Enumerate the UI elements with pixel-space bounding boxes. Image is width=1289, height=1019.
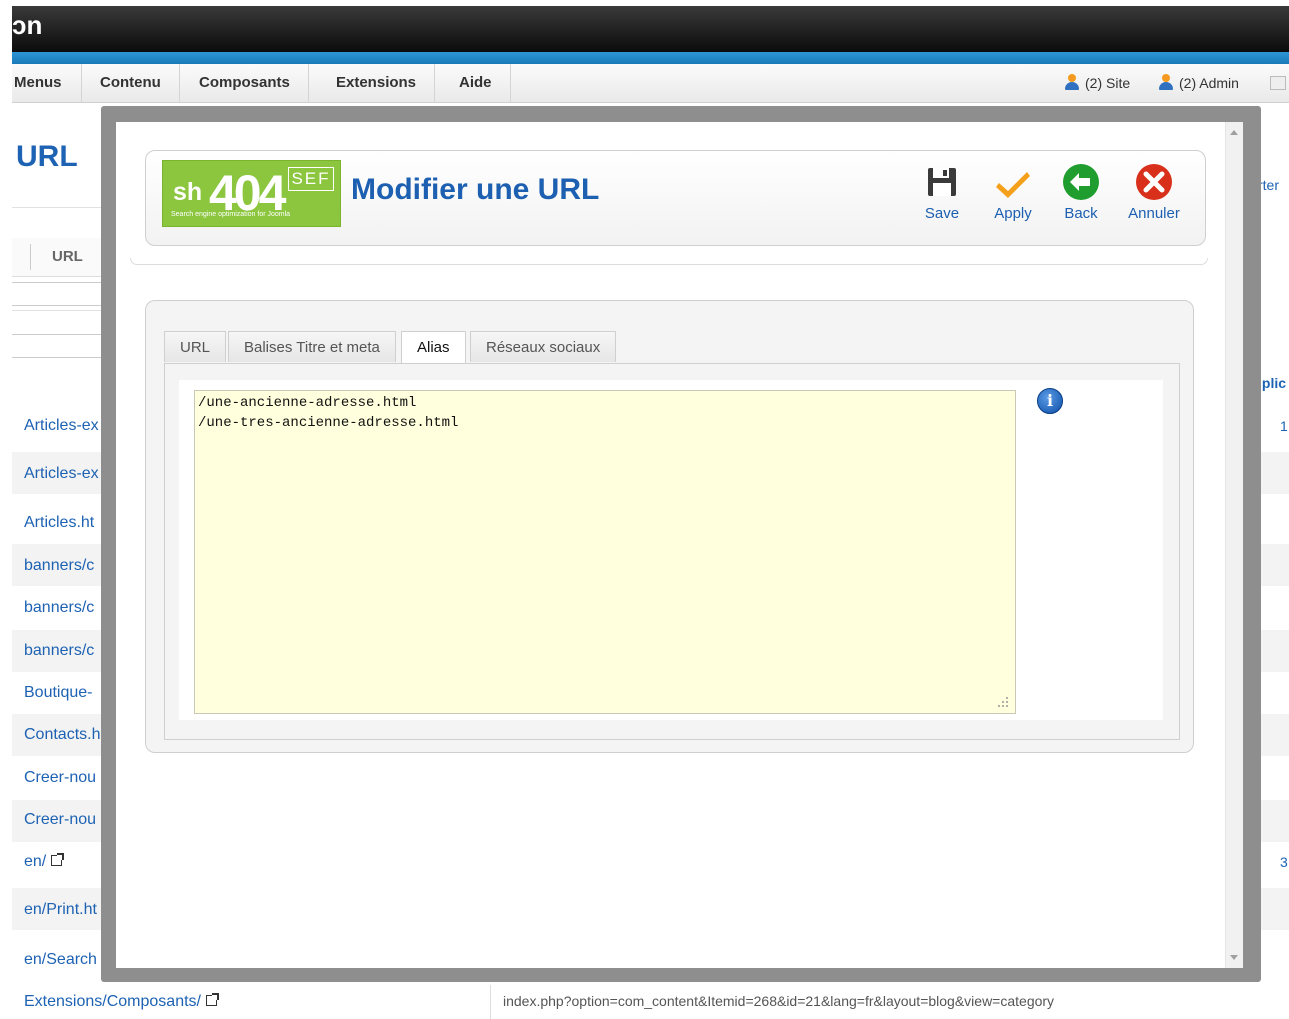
header-underline	[130, 258, 1208, 265]
sh404sef-logo: sh 404 SEF Search engine optimization fo…	[162, 160, 341, 227]
modal-header: sh 404 SEF Search engine optimization fo…	[145, 150, 1206, 246]
users-icon	[1158, 74, 1174, 90]
view-site-label: (2) Site	[1085, 75, 1131, 91]
view-admin-label: (2) Admin	[1179, 75, 1239, 91]
filter-input[interactable]	[12, 282, 108, 306]
tabs-panel: URL Balises Titre et meta Alias Réseaux …	[145, 300, 1194, 753]
menu-item-label: Contenu	[100, 74, 161, 91]
table-row-link[interactable]: Boutique-	[24, 684, 93, 702]
tab-alias[interactable]: Alias	[401, 331, 466, 364]
scroll-up-arrow-icon[interactable]	[1230, 130, 1238, 135]
background-page-heading: URL	[16, 140, 78, 173]
divider	[12, 207, 107, 208]
apply-button[interactable]: Apply	[989, 163, 1037, 222]
table-row-link[interactable]: Creer-nou	[24, 811, 96, 829]
save-button[interactable]: Save	[921, 163, 963, 222]
tab-reseaux-sociaux[interactable]: Réseaux sociaux	[470, 331, 617, 362]
alias-editor-area: i	[179, 380, 1163, 720]
menu-item-extensions[interactable]: Extensions	[318, 64, 436, 102]
column-header-url[interactable]: URL	[52, 248, 83, 265]
external-link-icon	[51, 853, 65, 866]
divider	[12, 310, 107, 311]
table-row-link[interactable]: en/Search	[24, 951, 97, 969]
menu-item-aide[interactable]: Aide	[441, 64, 511, 102]
apply-label: Apply	[994, 205, 1032, 222]
external-link-icon	[205, 993, 219, 1006]
admin-accent-bar	[12, 52, 1289, 64]
table-row-link[interactable]: banners/c	[24, 557, 94, 575]
scroll-down-arrow-icon[interactable]	[1230, 955, 1238, 960]
table-row-link[interactable]: en/Print.ht	[24, 901, 97, 919]
menu-item-composants[interactable]: Composants	[181, 64, 309, 102]
tab-content-alias: i	[164, 363, 1180, 740]
table-row-link-extensions[interactable]: Extensions/Composants/	[24, 993, 219, 1011]
info-icon[interactable]: i	[1037, 388, 1063, 414]
menu-item-label: Extensions	[336, 74, 417, 91]
users-icon	[1064, 74, 1080, 90]
filter-input[interactable]	[12, 334, 108, 358]
back-label: Back	[1064, 205, 1098, 222]
table-row-link[interactable]: banners/c	[24, 599, 94, 617]
view-admin-link[interactable]: (2) Admin	[1158, 64, 1239, 102]
modal-scrollbar[interactable]	[1225, 122, 1243, 968]
table-row-link[interactable]: Creer-nou	[24, 769, 96, 787]
admin-title-fragment: ɔn	[12, 10, 43, 40]
menu-item-label: Aide	[459, 74, 492, 91]
menu-item-label: Menus	[14, 74, 62, 91]
cancel-button[interactable]: Annuler	[1126, 163, 1182, 222]
table-row-link[interactable]: Articles-ex	[24, 417, 99, 435]
divider	[490, 985, 491, 1019]
alias-textarea[interactable]	[194, 390, 1016, 714]
logo-sef-text: SEF	[288, 167, 334, 191]
table-row-link-label: en/	[24, 853, 47, 870]
cancel-label: Annuler	[1128, 205, 1180, 222]
back-arrow-icon	[1063, 164, 1099, 200]
view-site-link[interactable]: (2) Site	[1064, 64, 1130, 102]
save-label: Save	[924, 205, 960, 222]
table-cell-count: 3	[1280, 854, 1288, 870]
divider	[30, 244, 31, 270]
table-cell-count: 1	[1280, 418, 1288, 434]
admin-top-bar: ɔn	[12, 6, 1289, 54]
table-row-link-en[interactable]: en/	[24, 853, 65, 871]
column-header-fragment[interactable]: iplic	[1258, 375, 1286, 391]
logo-tagline: Search engine optimization for Joomla	[171, 211, 291, 218]
messages-icon[interactable]	[1270, 76, 1286, 90]
tab-url[interactable]: URL	[164, 331, 227, 362]
admin-menu-bar: Menus Contenu Composants Extensions Aide…	[12, 64, 1289, 103]
tab-balises-titre-meta[interactable]: Balises Titre et meta	[228, 331, 396, 362]
background-table-header: URL	[12, 238, 107, 277]
page-title: Modifier une URL	[351, 173, 600, 206]
table-cell-url: index.php?option=com_content&Itemid=268&…	[503, 993, 1055, 1009]
table-row-link[interactable]: Articles-ex	[24, 465, 99, 483]
table-row-link[interactable]: Articles.ht	[24, 514, 94, 532]
menu-item-contenu[interactable]: Contenu	[82, 64, 180, 102]
logo-sh-text: sh	[173, 178, 203, 206]
edit-url-modal: sh 404 SEF Search engine optimization fo…	[116, 122, 1243, 968]
menu-item-label: Composants	[199, 74, 290, 91]
table-row-link[interactable]: banners/c	[24, 642, 94, 660]
checkmark-icon	[996, 172, 1030, 198]
menu-item-menus[interactable]: Menus	[2, 64, 82, 102]
table-row-link-label: Extensions/Composants/	[24, 993, 201, 1010]
resize-grip-icon[interactable]	[995, 694, 1009, 708]
save-icon	[928, 168, 956, 196]
table-row-link[interactable]: Contacts.h	[24, 726, 100, 744]
toolbar-button-fragment[interactable]: rter	[1258, 177, 1279, 193]
back-button[interactable]: Back	[1060, 163, 1102, 222]
close-icon	[1136, 164, 1172, 200]
